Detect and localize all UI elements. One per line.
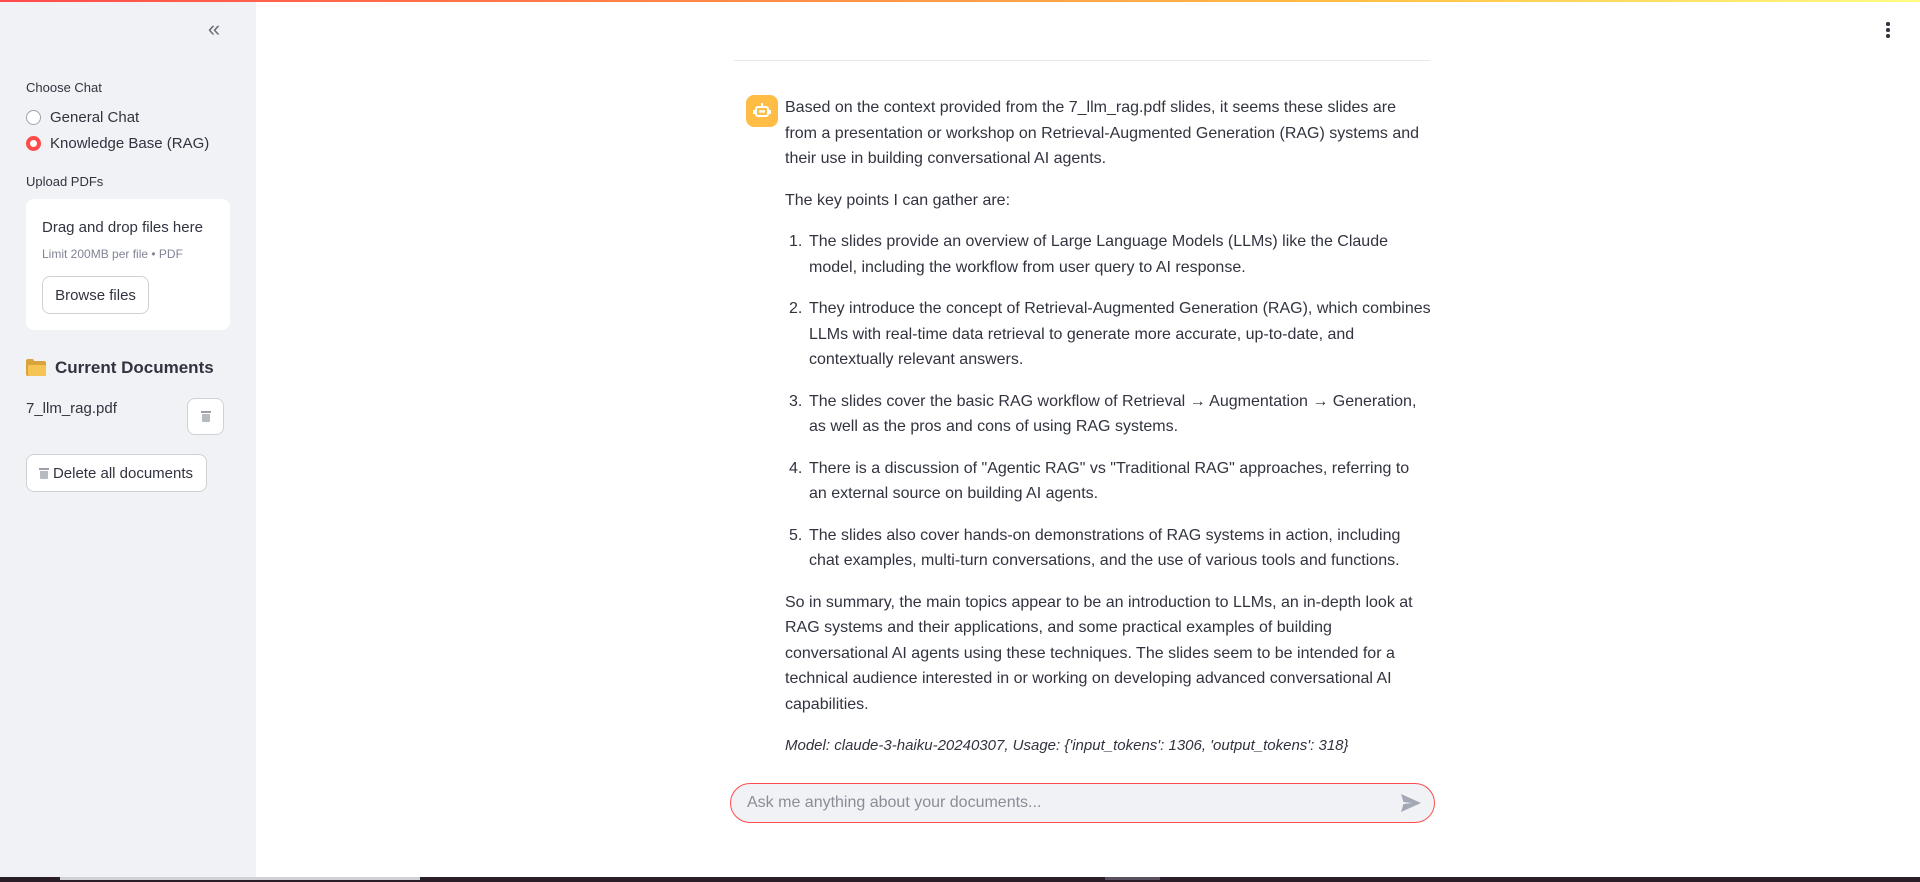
file-dropzone[interactable]: Drag and drop files here Limit 200MB per…	[26, 199, 230, 330]
sidebar: « Choose Chat General Chat Knowledge Bas…	[0, 0, 256, 882]
main-menu-icon[interactable]	[1876, 18, 1900, 42]
radio-knowledge-base[interactable]: Knowledge Base (RAG)	[26, 135, 209, 152]
radio-label: Knowledge Base (RAG)	[50, 135, 210, 152]
delete-document-button[interactable]	[187, 398, 224, 435]
chat-divider	[734, 60, 1430, 61]
message-intro: Based on the context provided from the 7…	[785, 99, 1420, 167]
list-item: 3. The slides cover the basic RAG workflo…	[789, 392, 1417, 436]
top-decoration-bar	[0, 0, 1920, 2]
choose-chat-label: Choose Chat	[26, 80, 102, 95]
chat-input[interactable]	[747, 784, 1367, 822]
trash-icon	[200, 411, 211, 422]
trash-icon	[38, 467, 49, 479]
current-documents-title: Current Documents	[55, 358, 214, 377]
send-icon[interactable]	[1399, 793, 1423, 813]
radio-circle-icon[interactable]	[26, 110, 41, 125]
list-item: 1. The slides provide an overview of Larg…	[789, 233, 1388, 276]
list-item: 2. They introduce the concept of Retrieva…	[789, 300, 1431, 368]
assistant-message: Based on the context provided from the 7…	[785, 95, 1431, 775]
dropzone-title: Drag and drop files here	[42, 219, 203, 236]
radio-general-chat[interactable]: General Chat	[26, 109, 139, 126]
assistant-avatar	[746, 95, 778, 127]
browse-files-button[interactable]: Browse files	[42, 276, 149, 314]
chat-input-box[interactable]	[730, 783, 1435, 823]
delete-all-label: Delete all documents	[52, 464, 194, 482]
message-key-points-intro: The key points I can gather are:	[785, 191, 1011, 209]
delete-all-documents-button[interactable]: Delete all documents	[26, 454, 207, 492]
list-item: 4. There is a discussion of "Agentic RAG"…	[789, 459, 1410, 503]
bottom-taskbar	[0, 877, 1920, 882]
current-documents-header: Current Documents	[26, 358, 214, 378]
folder-icon	[26, 358, 46, 376]
double-chevron-left-icon[interactable]: «	[203, 16, 225, 42]
document-name: 7_llm_rag.pdf	[26, 400, 117, 417]
dropzone-limit: Limit 200MB per file • PDF	[42, 247, 183, 261]
list-item: 5. The slides also cover hands-on demonst…	[789, 526, 1401, 570]
robot-icon	[753, 103, 771, 119]
message-summary: So in summary, the main topics appear to…	[785, 593, 1413, 713]
radio-selected-icon[interactable]	[26, 136, 41, 151]
key-points-list: 1. The slides provide an overview of Larg…	[785, 229, 1431, 574]
upload-pdfs-label: Upload PDFs	[26, 174, 104, 189]
model-usage-info: Model: claude-3-haiku-20240307, Usage: {…	[785, 737, 1349, 754]
radio-label: General Chat	[50, 109, 140, 126]
